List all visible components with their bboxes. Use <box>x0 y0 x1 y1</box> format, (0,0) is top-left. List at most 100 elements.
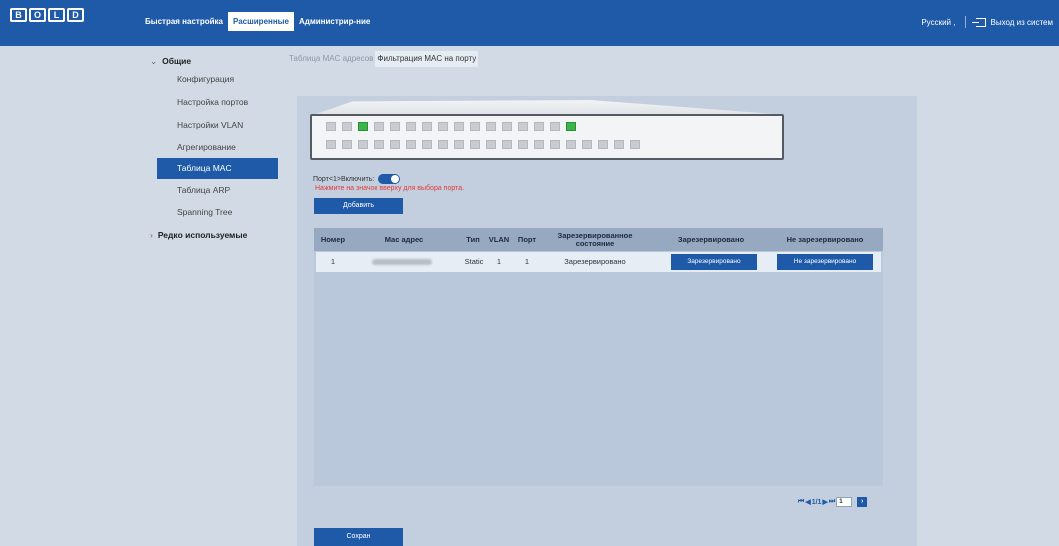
switch-port[interactable] <box>518 122 528 131</box>
switch-port[interactable] <box>422 122 432 131</box>
add-button[interactable]: Добавить <box>314 198 403 214</box>
switch-port[interactable] <box>342 122 352 131</box>
top-right-controls: Русский , Выход из систем <box>921 16 1053 28</box>
cell-reserved-state: Зарезервировано <box>564 257 626 266</box>
switch-port[interactable] <box>550 122 560 131</box>
switch-port[interactable] <box>502 122 512 131</box>
first-page-icon[interactable]: ⏮ <box>798 498 804 506</box>
switch-port[interactable] <box>374 122 384 131</box>
switch-port[interactable] <box>566 122 576 131</box>
switch-port[interactable] <box>470 140 480 149</box>
switch-port[interactable] <box>566 140 576 149</box>
switch-port[interactable] <box>630 140 640 149</box>
column-header: Тип <box>466 234 480 244</box>
switch-top-cover <box>316 100 774 114</box>
next-page-icon[interactable]: ▶ <box>822 498 827 506</box>
sidebar-group-label: Редко используемые <box>157 230 248 240</box>
switch-port[interactable] <box>406 140 416 149</box>
logout-button[interactable]: Выход из систем <box>972 17 1053 27</box>
tab-mac-port-filter[interactable]: Фильтрация MAC на порту <box>375 51 479 67</box>
prev-page-icon[interactable]: ◀ <box>805 498 810 506</box>
divider <box>965 16 967 28</box>
switch-port[interactable] <box>582 140 592 149</box>
switch-body <box>310 114 784 160</box>
nav-administration[interactable]: Администрир-ние <box>294 12 375 31</box>
switch-port[interactable] <box>598 140 608 149</box>
sidebar-group-rare[interactable]: › Редко используемые <box>150 230 247 240</box>
switch-port[interactable] <box>614 140 624 149</box>
bolid-logo: B O L D <box>10 8 84 22</box>
page-indicator: 1/1 <box>811 498 822 506</box>
switch-port[interactable] <box>438 122 448 131</box>
switch-port[interactable] <box>390 122 400 131</box>
cell-mac-address <box>362 252 442 272</box>
logo-letter: O <box>29 8 46 22</box>
sidebar-item-configuration[interactable]: Конфигурация <box>157 69 278 90</box>
switch-port[interactable] <box>550 140 560 149</box>
cell-port: 1 <box>524 257 530 266</box>
switch-port[interactable] <box>326 140 336 149</box>
switch-port[interactable] <box>454 122 464 131</box>
switch-port[interactable] <box>390 140 400 149</box>
chevron-down-icon: ⌄ <box>150 56 158 66</box>
column-header: VLAN <box>488 234 510 244</box>
sidebar-group-label: Общие <box>162 56 192 66</box>
column-header: Номер <box>320 234 346 244</box>
nav-quick-setup[interactable]: Быстрая настройка <box>140 12 228 31</box>
switch-port[interactable] <box>422 140 432 149</box>
switch-front-panel <box>310 100 784 160</box>
switch-port[interactable] <box>470 122 480 131</box>
go-page-button[interactable]: › <box>857 497 868 507</box>
port-row-top <box>326 122 576 131</box>
unreserve-button[interactable]: Не зарезервировано <box>777 254 873 270</box>
port-enable-label: Порт<1>Включить: <box>313 175 375 183</box>
chevron-right-icon: › <box>150 230 153 240</box>
cell-type: Static <box>464 257 484 266</box>
column-header: Зарезервированное состояние <box>557 230 633 248</box>
switch-port[interactable] <box>438 140 448 149</box>
sidebar-item-aggregation[interactable]: Агрегирование <box>157 137 278 158</box>
main-nav: Быстрая настройка Расширенные Администри… <box>140 12 375 31</box>
tab-mac-address-table[interactable]: Таблица MAC адресов <box>287 51 375 67</box>
logout-label: Выход из систем <box>990 17 1053 27</box>
masked-mac <box>372 259 432 266</box>
switch-port[interactable] <box>534 122 544 131</box>
switch-port[interactable] <box>374 140 384 149</box>
switch-port[interactable] <box>358 140 368 149</box>
sidebar-item-port-settings[interactable]: Настройка портов <box>157 92 278 113</box>
column-header: Mac адрес <box>384 234 424 244</box>
port-enable-row: Порт<1>Включить: <box>313 174 401 184</box>
switch-port[interactable] <box>534 140 544 149</box>
column-header: Зарезервировано <box>677 234 745 244</box>
switch-port[interactable] <box>358 122 368 131</box>
sidebar-item-arp-table[interactable]: Таблица ARP <box>157 180 278 201</box>
switch-port[interactable] <box>454 140 464 149</box>
sidebar-item-vlan[interactable]: Настройки VLAN <box>157 115 278 136</box>
logo-letter: D <box>67 8 84 22</box>
switch-port[interactable] <box>486 140 496 149</box>
logo-letter: B <box>10 8 27 22</box>
top-bar: B O L D Быстрая настройка Расширенные Ад… <box>0 0 1059 46</box>
language-select[interactable]: Русский , <box>921 18 955 27</box>
switch-port[interactable] <box>406 122 416 131</box>
column-header: Порт <box>517 234 537 244</box>
save-button[interactable]: Сохран <box>314 528 403 546</box>
port-enable-toggle[interactable] <box>378 174 401 184</box>
sidebar-item-mac-table[interactable]: Таблица MAC <box>157 158 278 179</box>
table-header: Номер Mac адрес Тип VLAN Порт Зарезервир… <box>314 228 883 251</box>
table-row: 1 Static 1 1 Зарезервировано Зарезервиро… <box>316 252 881 272</box>
nav-advanced[interactable]: Расширенные <box>227 12 294 31</box>
sidebar-item-spanning-tree[interactable]: Spanning Tree <box>157 202 278 223</box>
reserve-button[interactable]: Зарезервировано <box>671 254 757 270</box>
switch-port[interactable] <box>518 140 528 149</box>
last-page-icon[interactable]: ⏭ <box>829 498 835 506</box>
page-input[interactable]: 1 <box>836 497 853 507</box>
switch-port[interactable] <box>326 122 336 131</box>
pagination: ⏮ ◀ 1/1 ▶ ⏭ 1 › <box>798 497 868 507</box>
switch-port[interactable] <box>486 122 496 131</box>
port-row-bottom <box>326 140 640 149</box>
sidebar-group-general[interactable]: ⌄ Общие <box>150 56 191 67</box>
logo-letter: L <box>48 8 65 22</box>
switch-port[interactable] <box>502 140 512 149</box>
switch-port[interactable] <box>342 140 352 149</box>
